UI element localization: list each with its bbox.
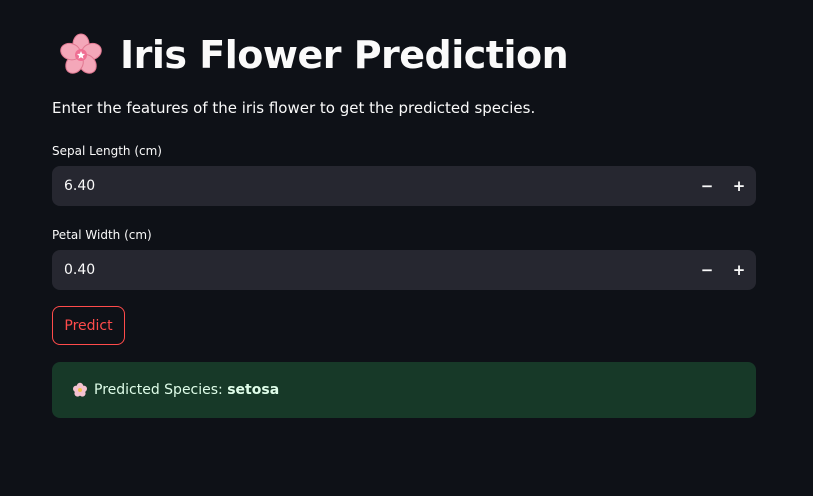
intro-text: Enter the features of the iris flower to…	[52, 99, 536, 117]
prediction-text: Predicted Species: setosa	[94, 382, 279, 398]
sepal-length-increment-button[interactable]: +	[723, 166, 755, 206]
app-page: Iris Flower Prediction Enter the feature…	[0, 0, 813, 496]
sepal-length-input[interactable]: 6.40 − +	[52, 166, 756, 206]
header: Iris Flower Prediction	[56, 30, 569, 80]
petal-width-input[interactable]: 0.40 − +	[52, 250, 756, 290]
sepal-length-label: Sepal Length (cm)	[52, 144, 162, 158]
sepal-length-value[interactable]: 6.40	[52, 178, 691, 194]
cherry-blossom-icon	[56, 30, 106, 80]
prediction-result-alert: Predicted Species: setosa	[52, 362, 756, 418]
petal-width-decrement-button[interactable]: −	[691, 250, 723, 290]
prediction-prefix: Predicted Species:	[94, 382, 228, 398]
predicted-species: setosa	[227, 382, 280, 398]
predict-button[interactable]: Predict	[52, 306, 125, 345]
flower-icon	[72, 382, 88, 398]
petal-width-value[interactable]: 0.40	[52, 262, 691, 278]
sepal-length-decrement-button[interactable]: −	[691, 166, 723, 206]
petal-width-label: Petal Width (cm)	[52, 228, 152, 242]
petal-width-increment-button[interactable]: +	[723, 250, 755, 290]
page-title: Iris Flower Prediction	[120, 33, 569, 77]
